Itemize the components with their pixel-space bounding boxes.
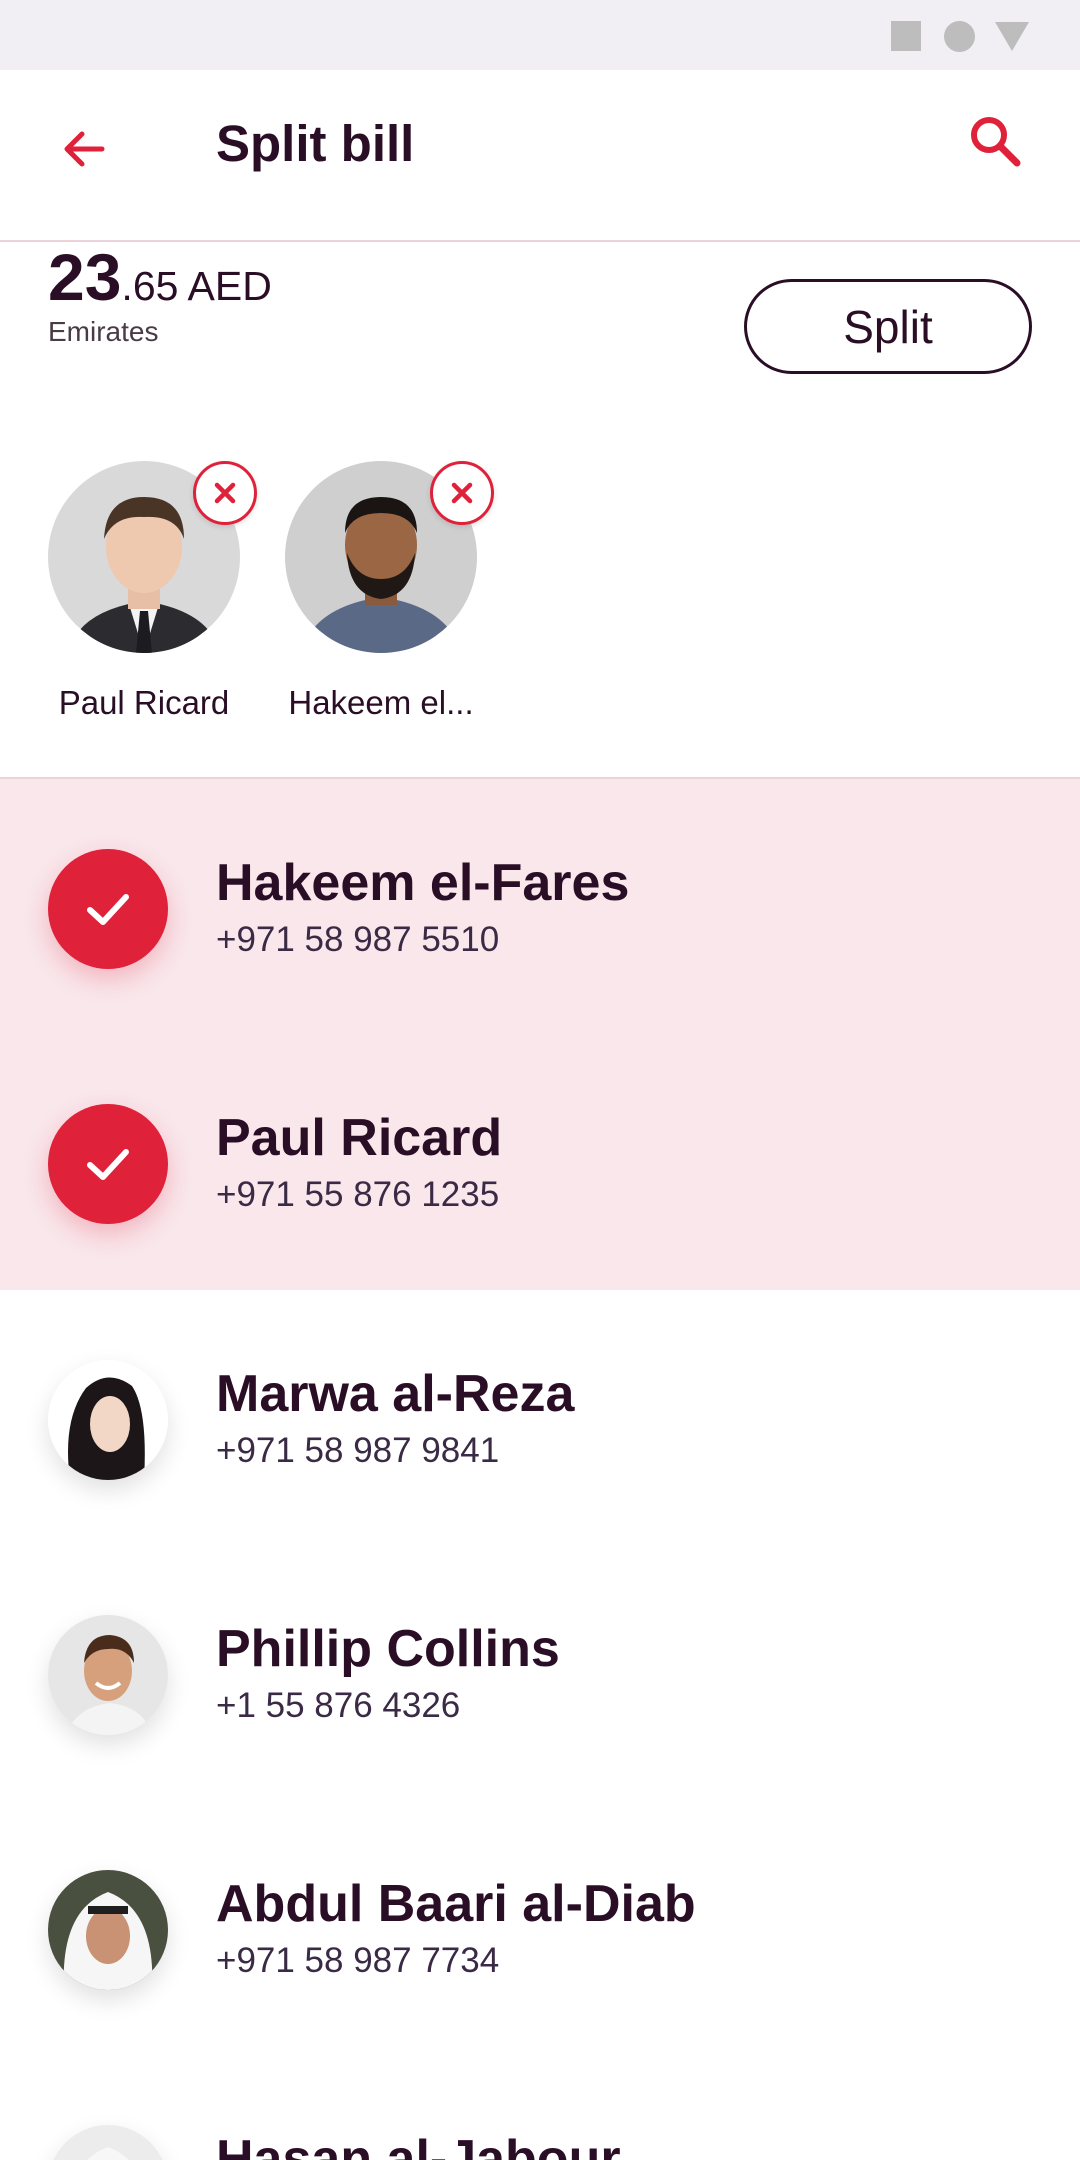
- avatar: [48, 1615, 168, 1735]
- contact-name: Hakeem el-Fares: [216, 854, 630, 912]
- bill-merchant: Emirates: [48, 316, 159, 347]
- contact-name: Phillip Collins: [216, 1620, 560, 1678]
- remove-chip-paul-button[interactable]: [193, 461, 257, 525]
- close-icon: [451, 482, 473, 504]
- page-title: Split bill: [216, 115, 415, 172]
- bill-amount-integer: 23: [48, 240, 122, 314]
- status-circle-icon: [944, 21, 975, 52]
- contact-row-paul[interactable]: Paul Ricard +971 55 876 1235: [0, 1034, 1080, 1290]
- contact-phone: +971 55 876 1235: [216, 1175, 500, 1214]
- app-bar: Split bill: [0, 70, 1080, 242]
- contact-phone: +971 58 987 9841: [216, 1431, 500, 1470]
- status-triangle-icon: [995, 22, 1029, 51]
- avatar: [48, 1360, 168, 1480]
- avatar-photo-icon: [48, 1870, 168, 1990]
- contact-row-abdul[interactable]: Abdul Baari al-Diab +971 58 987 7734: [0, 1800, 1080, 2055]
- bill-amount-decimals-currency: .65 AED: [121, 263, 272, 309]
- bill-amount: 23.65 AED: [48, 242, 272, 312]
- avatar-photo-icon: [48, 1360, 168, 1480]
- close-icon: [214, 482, 236, 504]
- avatar: [48, 1870, 168, 1990]
- status-bar: [0, 0, 1080, 70]
- selected-check-button[interactable]: [48, 849, 168, 969]
- contact-row-phillip[interactable]: Phillip Collins +1 55 876 4326: [0, 1545, 1080, 1800]
- contact-name: Abdul Baari al-Diab: [216, 1875, 696, 1933]
- contact-row-hakeem[interactable]: Hakeem el-Fares +971 58 987 5510: [0, 779, 1080, 1034]
- contact-row-marwa[interactable]: Marwa al-Reza +971 58 987 9841: [0, 1290, 1080, 1545]
- check-icon: [87, 1149, 129, 1180]
- contact-name: Paul Ricard: [216, 1109, 503, 1167]
- avatar-photo-icon: [48, 1615, 168, 1735]
- contact-row-hasan[interactable]: Hasan al-Jabour: [0, 2055, 1080, 2160]
- search-button[interactable]: [960, 106, 1030, 176]
- status-square-icon: [891, 21, 921, 51]
- remove-chip-hakeem-button[interactable]: [430, 461, 494, 525]
- chip-name-paul: Paul Ricard: [58, 684, 230, 721]
- check-icon: [87, 894, 129, 925]
- avatar: [48, 2125, 168, 2160]
- contact-name: Marwa al-Reza: [216, 1365, 575, 1423]
- search-icon: [971, 117, 1021, 167]
- split-button[interactable]: Split: [744, 279, 1032, 374]
- back-button[interactable]: [50, 115, 118, 183]
- selected-check-button[interactable]: [48, 1104, 168, 1224]
- chip-name-hakeem: Hakeem el...: [288, 684, 474, 721]
- contact-name: Hasan al-Jabour: [216, 2130, 621, 2160]
- contact-phone: +971 58 987 7734: [216, 1941, 500, 1980]
- avatar-photo-icon: [48, 2125, 168, 2160]
- contact-phone: +971 58 987 5510: [216, 920, 500, 959]
- arrow-left-icon: [64, 131, 105, 167]
- contact-phone: +1 55 876 4326: [216, 1686, 461, 1725]
